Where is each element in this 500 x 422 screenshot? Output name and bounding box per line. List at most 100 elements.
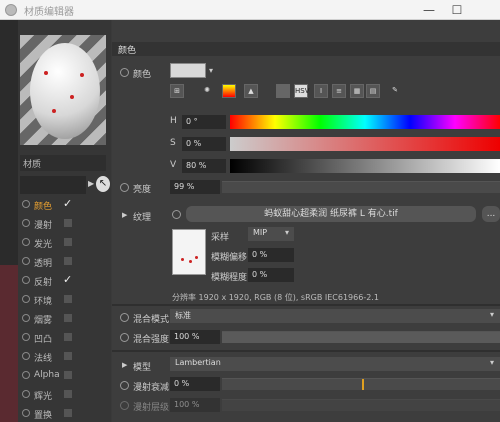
- mix-strength-slider[interactable]: [222, 331, 500, 343]
- channel-item[interactable]: 置换: [22, 406, 108, 421]
- channel-item[interactable]: 颜色 ✓: [22, 197, 108, 212]
- texture-info: 分辨率 1920 x 1920, RGB (8 位), sRGB IEC6196…: [172, 293, 379, 302]
- spectrum-tool-icon[interactable]: [222, 84, 236, 98]
- blur-offset-label: 模糊偏移: [211, 253, 248, 263]
- channel-label: Alpha: [34, 370, 60, 380]
- channel-checkbox[interactable]: [64, 371, 72, 379]
- chevron-down-icon[interactable]: ▾: [285, 228, 289, 237]
- eyedropper-icon[interactable]: ✎: [388, 84, 402, 98]
- diffuse-level-radio[interactable]: [120, 401, 129, 410]
- diffuse-falloff-field[interactable]: 0 %: [170, 377, 220, 391]
- channel-dot-icon: [22, 390, 30, 398]
- brightness-radio[interactable]: [120, 183, 129, 192]
- model-expand-icon[interactable]: ▶: [122, 361, 127, 369]
- texture-more-button[interactable]: ...: [482, 206, 500, 222]
- channel-item[interactable]: 反射 ✓: [22, 273, 108, 288]
- texture-thumbnail[interactable]: [172, 229, 206, 275]
- pick-cursor-icon[interactable]: ↖: [96, 176, 110, 192]
- diffuse-level-slider[interactable]: [222, 399, 500, 411]
- model-dropdown[interactable]: Lambertian: [170, 357, 500, 371]
- blur-offset-field[interactable]: 0 %: [248, 248, 294, 262]
- hsv-gradient-slider[interactable]: [230, 137, 500, 151]
- check-icon[interactable]: ✓: [63, 197, 72, 210]
- chevron-right-icon[interactable]: ▶: [88, 179, 94, 188]
- hsv-value-field[interactable]: 0 °: [182, 115, 226, 129]
- texture-label: 纹理: [133, 213, 152, 223]
- channel-dot-icon: [22, 371, 30, 379]
- channel-item[interactable]: 辉光: [22, 387, 108, 402]
- swatch-grid-icon[interactable]: ▤: [366, 84, 380, 98]
- check-icon[interactable]: ✓: [63, 273, 72, 286]
- channel-label: 烟雾: [34, 316, 53, 326]
- mix-mode-dropdown[interactable]: 标准: [170, 309, 500, 323]
- blur-degree-label: 模糊程度: [211, 273, 248, 283]
- channel-checkbox[interactable]: [64, 333, 72, 341]
- minimize-button[interactable]: —: [420, 2, 438, 18]
- channel-item[interactable]: Alpha: [22, 368, 108, 383]
- texture-expand-icon[interactable]: ▶: [122, 211, 127, 219]
- wheel-tool-icon[interactable]: ✺: [200, 84, 214, 98]
- preview-sphere: [30, 43, 100, 139]
- channel-checkbox[interactable]: [64, 352, 72, 360]
- channel-dot-icon: [22, 238, 30, 246]
- channel-label: 法线: [34, 354, 53, 364]
- hsv-mode-button[interactable]: HSV: [294, 84, 310, 98]
- channel-checkbox[interactable]: [64, 295, 72, 303]
- image-tool-icon[interactable]: ▲: [244, 84, 258, 98]
- channel-item[interactable]: 环境: [22, 292, 108, 307]
- swatch-dropdown-icon[interactable]: ▾: [209, 66, 213, 75]
- diffuse-falloff-slider[interactable]: [222, 378, 500, 390]
- material-selector: ▶ ↖: [20, 176, 110, 194]
- channel-item[interactable]: 透明: [22, 254, 108, 269]
- material-link-field[interactable]: [20, 176, 86, 194]
- mixer-mode-icon[interactable]: ≡: [332, 84, 346, 98]
- kelvin-mode-icon[interactable]: I: [314, 84, 328, 98]
- material-name[interactable]: 材质: [20, 155, 106, 171]
- channel-label: 置换: [34, 411, 53, 421]
- texture-link-icon[interactable]: [172, 210, 181, 219]
- channel-item[interactable]: 漫射: [22, 216, 108, 231]
- title-bar: 材质编辑器 — ☐: [0, 0, 500, 20]
- color-swatch[interactable]: [170, 63, 206, 78]
- channel-item[interactable]: 发光: [22, 235, 108, 250]
- mix-strength-field[interactable]: 100 %: [170, 330, 220, 344]
- mix-mode-arrow-icon[interactable]: ▾: [490, 310, 494, 319]
- channel-checkbox[interactable]: [64, 238, 72, 246]
- hsv-letter: V: [170, 160, 177, 170]
- texture-file-button[interactable]: 蚂蚁甜心超柔润 纸尿裤 L 有心.tif: [186, 206, 476, 222]
- channel-checkbox[interactable]: [64, 314, 72, 322]
- brightness-slider[interactable]: [222, 181, 500, 193]
- mix-mode-radio[interactable]: [120, 313, 129, 322]
- channel-checkbox[interactable]: [64, 409, 72, 417]
- diffuse-falloff-radio[interactable]: [120, 381, 129, 390]
- channel-checkbox[interactable]: [64, 257, 72, 265]
- material-preview[interactable]: [20, 35, 106, 145]
- color-radio[interactable]: [120, 68, 129, 77]
- hsv-gradient-slider[interactable]: [230, 159, 500, 173]
- channel-label: 环境: [34, 297, 53, 307]
- section-title: 颜色: [112, 42, 500, 56]
- hsv-value-field[interactable]: 80 %: [182, 159, 226, 173]
- rgb-tool-icon[interactable]: ⊞: [170, 84, 184, 98]
- hsv-gradient-slider[interactable]: [230, 115, 500, 129]
- channel-item[interactable]: 凹凸: [22, 330, 108, 345]
- blur-degree-field[interactable]: 0 %: [248, 268, 294, 282]
- swatches-mode-icon[interactable]: ▦: [350, 84, 364, 98]
- maximize-button[interactable]: ☐: [448, 2, 466, 18]
- mix-strength-radio[interactable]: [120, 333, 129, 342]
- brightness-field[interactable]: 99 %: [170, 180, 220, 194]
- rgb-mode-icon[interactable]: [276, 84, 290, 98]
- channel-checkbox[interactable]: [64, 219, 72, 227]
- channel-checkbox[interactable]: [64, 390, 72, 398]
- channel-item[interactable]: 烟雾: [22, 311, 108, 326]
- channel-dot-icon: [22, 276, 30, 284]
- diffuse-falloff-label: 漫射衰减: [133, 383, 170, 393]
- brightness-label: 亮度: [133, 185, 152, 195]
- channel-item[interactable]: 法线: [22, 349, 108, 364]
- color-label: 颜色: [133, 70, 152, 80]
- hsv-value-field[interactable]: 0 %: [182, 137, 226, 151]
- model-arrow-icon[interactable]: ▾: [490, 358, 494, 367]
- divider: [112, 350, 500, 352]
- diffuse-level-field[interactable]: 100 %: [170, 398, 220, 412]
- app-icon: [5, 4, 17, 16]
